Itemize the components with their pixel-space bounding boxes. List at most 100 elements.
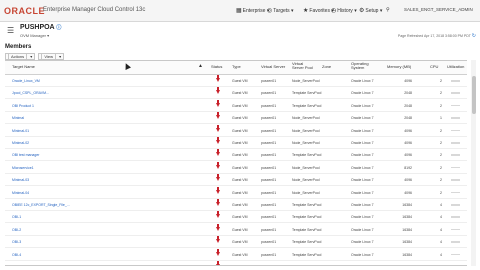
col-type[interactable]: Type xyxy=(232,65,241,69)
utilization-bar xyxy=(451,228,460,231)
memory-cell: 16384 xyxy=(402,252,412,257)
target-name-cell[interactable]: Minimal-02 xyxy=(12,141,29,145)
memory-cell: 8192 xyxy=(404,165,412,170)
operating-system-cell: Oracle Linux 7 xyxy=(351,215,374,220)
search-icon[interactable]: ⚲ xyxy=(386,7,390,13)
table-row[interactable]: Minimal Guest VM pusxen01 Node_ServerPool Or… xyxy=(5,112,467,125)
target-name-cell[interactable]: Minimal-05 xyxy=(12,265,29,266)
favorites-menu[interactable]: ★Favorites ▾ xyxy=(303,7,334,14)
enterprise-menu[interactable]: ▦Enterprise ▾ xyxy=(236,7,269,14)
operating-system-cell: Oracle Linux 7 xyxy=(351,116,374,121)
target-name-cell[interactable]: OBI test manager xyxy=(12,153,39,157)
info-icon[interactable]: ⓘ xyxy=(56,25,61,31)
col-virtual-server[interactable]: Virtual Server xyxy=(261,65,285,69)
utilization-bar xyxy=(451,92,460,94)
table-row[interactable]: OBI-2 Guest VM pusxen01 Template ServPool Or… xyxy=(5,223,467,236)
col-zone[interactable]: Zone xyxy=(322,65,331,69)
table-row[interactable]: OBIEE 12c_EXPORT_Single_File_... Guest VM… xyxy=(5,199,467,211)
memory-cell: 2048 xyxy=(404,116,412,121)
col-virtual-server-pool[interactable]: Virtual Server Pool xyxy=(292,62,316,70)
status-down-icon xyxy=(216,99,220,107)
oracle-logo[interactable]: ORACLE xyxy=(4,6,45,16)
target-name-cell[interactable]: OBIEE 12c_EXPORT_Single_File_... xyxy=(12,203,70,207)
target-name-cell[interactable]: OBI-4 xyxy=(12,253,21,257)
sort-icon[interactable]: ▲ xyxy=(198,64,203,69)
table-row[interactable]: Minimal-01 Guest VM pusxen01 Node_ServerPoo… xyxy=(5,124,467,137)
type-cell: Guest VM xyxy=(232,265,248,266)
setup-label: Setup xyxy=(365,8,379,14)
type-cell: Guest VM xyxy=(232,203,248,207)
refresh-icon[interactable]: ↻ xyxy=(472,33,476,39)
target-name-cell[interactable]: Oracle_Linux_VM xyxy=(12,79,40,83)
status-down-icon xyxy=(216,112,220,120)
col-target-name[interactable]: Target Name xyxy=(12,65,35,69)
col-status[interactable]: Status xyxy=(211,65,222,69)
status-down-icon xyxy=(216,124,220,132)
user-menu[interactable]: SALES_ENGT_SERVICE_ADMIN xyxy=(404,7,473,12)
page-refreshed: Page Refreshed Apr 17, 2018 3:58:00 PM P… xyxy=(398,33,476,39)
col-memory[interactable]: Memory (MB) xyxy=(387,65,411,69)
col-cpu[interactable]: CPU xyxy=(430,65,438,69)
virtual-server-cell: pusxen01 xyxy=(261,203,277,207)
target-name-cell[interactable]: Microservice1 xyxy=(12,166,34,170)
table-row[interactable]: Minimal-03 Guest VM pusxen01 Node_ServerPoo… xyxy=(5,174,467,187)
target-name-cell[interactable]: OBI-1 xyxy=(12,215,21,219)
virtual-server-cell: pusxen01 xyxy=(261,103,277,108)
hamburger-icon[interactable]: ☰ xyxy=(7,26,14,35)
col-operating-system[interactable]: Operating System xyxy=(351,62,377,70)
type-cell: Guest VM xyxy=(232,79,248,83)
target-name-cell[interactable]: Minimal-04 xyxy=(12,191,29,195)
type-cell: Guest VM xyxy=(232,227,248,232)
col-utilization[interactable]: Utilization xyxy=(447,65,464,69)
table-row[interactable]: OBI-3 Guest VM pusxen01 Template ServPool Or… xyxy=(5,236,467,249)
utilization-bar xyxy=(451,191,460,194)
operating-system-cell: Oracle Linux 7 xyxy=(351,203,374,207)
table-row[interactable]: Minimal-04 Guest VM pusxen01 Node_ServerPoo… xyxy=(5,186,467,199)
table-row[interactable]: Minimal-05 Guest VM pusxen01 Node_ServerPoo… xyxy=(5,261,467,266)
virtual-server-cell: pusxen01 xyxy=(261,116,277,121)
target-name-cell[interactable]: OBI-2 xyxy=(12,228,21,232)
utilization-bar xyxy=(451,241,460,243)
table-row[interactable]: OBI test manager Guest VM pusxen01 Template… xyxy=(5,149,467,162)
cpu-cell: 4 xyxy=(440,227,442,232)
scrollbar[interactable] xyxy=(471,60,476,266)
table-row[interactable]: OBI-4 Guest VM pusxen01 Template ServPool Or… xyxy=(5,248,467,261)
target-name-cell[interactable]: Minimal-03 xyxy=(12,178,29,182)
targets-menu[interactable]: ◎Targets ▾ xyxy=(267,7,294,14)
target-name-cell[interactable]: Minimal-01 xyxy=(12,129,29,133)
target-name-cell[interactable]: Jpool_CSPL_ORAVM... xyxy=(12,91,49,95)
operating-system-cell: Oracle Linux 7 xyxy=(351,103,374,108)
star-icon: ★ xyxy=(303,8,309,14)
table-row[interactable]: Oracle_Linux_VM Guest VM pusxen01 Node_Serv… xyxy=(5,75,467,87)
memory-cell: 16384 xyxy=(402,240,412,245)
memory-cell: 4096 xyxy=(404,153,412,158)
view-menu[interactable]: View ▾ xyxy=(38,53,65,60)
operating-system-cell: Oracle Linux 7 xyxy=(351,265,374,266)
table-row[interactable]: Microservice1 Guest VM pusxen01 Node_Server… xyxy=(5,161,467,174)
memory-cell: 16384 xyxy=(402,227,412,232)
target-type-menu[interactable]: OVM Manager ▾ xyxy=(20,33,49,38)
utilization-bar xyxy=(451,204,460,206)
virtual-server-pool-cell: Node_ServerPool xyxy=(292,79,320,83)
table-row[interactable]: OBI-1 Guest VM pusxen01 Template ServPool Or… xyxy=(5,211,467,224)
target-name-cell[interactable]: OBI-3 xyxy=(12,240,21,244)
history-menu[interactable]: ◷History ▾ xyxy=(331,7,357,14)
scrollbar-thumb[interactable] xyxy=(471,76,476,114)
section-title: Members xyxy=(5,44,32,50)
target-name-cell[interactable]: OBI Product 1 xyxy=(12,104,34,108)
operating-system-cell: Oracle Linux 7 xyxy=(351,227,374,232)
table-row[interactable]: OBI Product 1 Guest VM pusxen01 Template Se… xyxy=(5,99,467,112)
virtual-server-pool-cell: Template ServPool xyxy=(292,240,322,245)
setup-menu[interactable]: ⚙Setup ▾ xyxy=(359,7,382,14)
virtual-server-pool-cell: Template ServPool xyxy=(292,91,322,96)
cpu-cell: 4 xyxy=(440,240,442,245)
actions-menu[interactable]: Actions ▾ xyxy=(5,53,36,60)
target-name-cell[interactable]: Minimal xyxy=(12,116,24,120)
utilization-bar xyxy=(451,142,460,144)
target-name: PUSHPOA xyxy=(20,24,55,31)
type-cell: Guest VM xyxy=(232,240,248,245)
type-cell: Guest VM xyxy=(232,103,248,108)
table-row[interactable]: Jpool_CSPL_ORAVM... Guest VM pusxen01 Templ… xyxy=(5,87,467,100)
table-row[interactable]: Minimal-02 Guest VM pusxen01 Node_ServerPoo… xyxy=(5,137,467,149)
memory-cell: 16384 xyxy=(402,215,412,220)
